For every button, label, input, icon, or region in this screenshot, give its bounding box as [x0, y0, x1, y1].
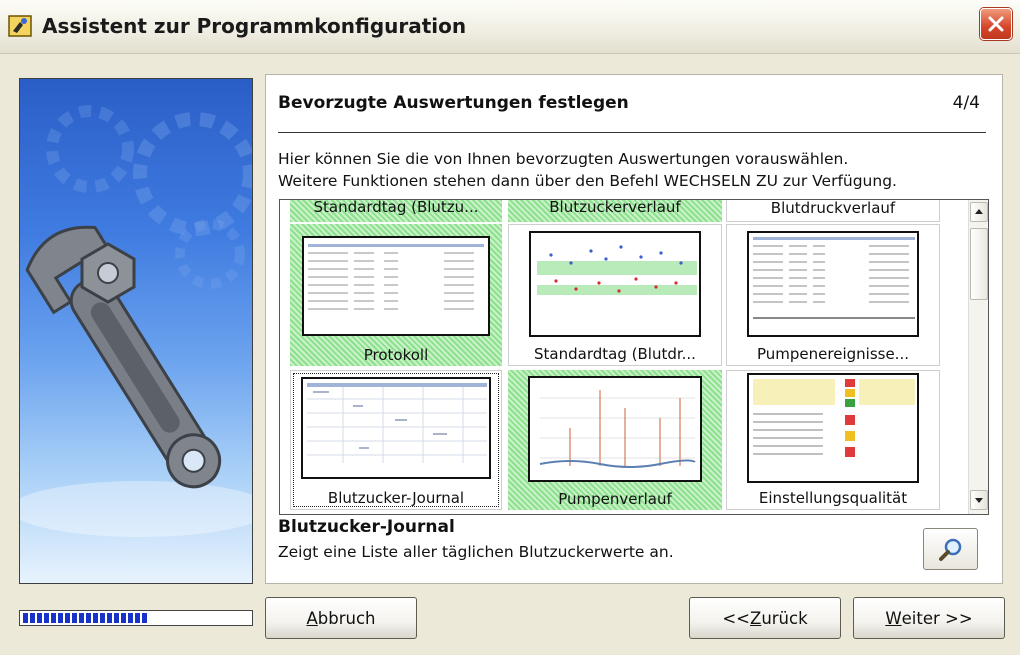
progress-segment: [72, 613, 77, 623]
next-button[interactable]: Weiter >>: [853, 597, 1005, 639]
window-title: Assistent zur Programmkonfiguration: [42, 14, 467, 38]
progress-segment: [79, 613, 84, 623]
scroll-thumb[interactable]: [970, 228, 988, 300]
progress-segment: [107, 613, 112, 623]
cancel-mnemonic: A: [306, 608, 318, 628]
thumbnail-einstellungsqualitaet: [747, 373, 919, 483]
progress-segment: [65, 613, 70, 623]
wizard-icon: [8, 13, 34, 39]
gallery-tile-pumpenereignisse[interactable]: Pumpenereignisse...: [726, 224, 940, 366]
tile-label: Protokoll: [363, 346, 429, 364]
gallery-tile-protokoll[interactable]: Protokoll: [290, 224, 502, 366]
step-indicator: 4/4: [952, 93, 980, 113]
selected-report-description: Zeigt eine Liste aller täglichen Blutzuc…: [278, 543, 674, 561]
close-button[interactable]: [980, 8, 1012, 40]
progress-segment: [114, 613, 119, 623]
back-mnemonic: Z: [750, 608, 762, 628]
next-label-suffix: eiter >>: [901, 608, 973, 628]
tile-label: Einstellungsqualität: [758, 489, 908, 507]
page-title: Bevorzugte Auswertungen festlegen: [278, 93, 629, 113]
close-icon: [988, 16, 1004, 32]
tile-label: Pumpenereignisse...: [757, 345, 909, 363]
progress-segment: [44, 613, 49, 623]
preview-button[interactable]: [923, 528, 978, 570]
gallery-tile-pumpenverlauf[interactable]: Pumpenverlauf: [508, 370, 722, 510]
scroll-down-button[interactable]: [970, 490, 988, 510]
thumbnail-standardtag-blutdruck: [529, 231, 701, 337]
selected-report-title: Blutzucker-Journal: [278, 517, 455, 537]
arrow-down-icon: [975, 498, 983, 503]
thumbnail-protokoll: [302, 236, 490, 336]
description-line-2: Weitere Funktionen stehen dann über den …: [278, 172, 897, 190]
gallery-tile-blutzuckerverlauf[interactable]: Blutzuckerverlauf: [508, 199, 722, 222]
back-label-prefix: <<: [722, 608, 750, 628]
gallery-tile-blutdruckverlauf[interactable]: Blutdruckverlauf: [726, 199, 940, 222]
report-gallery[interactable]: Standardtag (Blutzu... Blutzuckerverlauf…: [279, 199, 989, 515]
progress-segment: [86, 613, 91, 623]
wizard-side-image: [19, 78, 253, 584]
progress-segment: [23, 613, 28, 623]
cancel-button[interactable]: Abbruch: [265, 597, 417, 639]
progress-segment: [51, 613, 56, 623]
wrench-icon: [20, 105, 252, 537]
gallery-scrollbar[interactable]: [968, 200, 988, 514]
tile-label: Standardtag (Blutdr...: [534, 345, 696, 363]
progress-segment: [121, 613, 126, 623]
tile-label: Blutzucker-Journal: [327, 489, 465, 507]
next-mnemonic: W: [885, 608, 902, 628]
progress-segment: [135, 613, 140, 623]
tile-label: Standardtag (Blutzu...: [313, 199, 479, 216]
tile-label: Pumpenverlauf: [558, 490, 672, 508]
progress-segment: [142, 613, 147, 623]
gallery-tile-standardtag-blutzucker[interactable]: Standardtag (Blutzu...: [290, 199, 502, 222]
content-panel: Bevorzugte Auswertungen festlegen 4/4 Hi…: [265, 74, 1003, 584]
progress-segment: [58, 613, 63, 623]
progress-segment: [30, 613, 35, 623]
cancel-label-suffix: bbruch: [317, 608, 376, 628]
scroll-up-button[interactable]: [970, 202, 988, 222]
arrow-up-icon: [975, 209, 983, 214]
back-button[interactable]: << Zurück: [689, 597, 841, 639]
header-divider: [278, 132, 986, 133]
tile-label: Blutzuckerverlauf: [549, 199, 681, 216]
description-line-1: Hier können Sie die von Ihnen bevorzugte…: [278, 150, 849, 168]
progress-segment: [100, 613, 105, 623]
thumbnail-pumpenverlauf: [528, 376, 702, 482]
back-label-suffix: urück: [761, 608, 808, 628]
title-bar: Assistent zur Programmkonfiguration: [0, 0, 1020, 54]
gallery-tile-einstellungsqualitaet[interactable]: Einstellungsqualität: [726, 370, 940, 510]
progress-segment: [37, 613, 42, 623]
thumbnail-pumpenereignisse: [747, 231, 919, 337]
magnifier-icon: [939, 538, 962, 561]
progress-segment: [93, 613, 98, 623]
tile-label: Blutdruckverlauf: [770, 199, 896, 217]
gallery-tile-standardtag-blutdruck[interactable]: Standardtag (Blutdr...: [508, 224, 722, 366]
wizard-progress-bar: [19, 610, 253, 626]
progress-segment: [128, 613, 133, 623]
gallery-tile-blutzucker-journal[interactable]: Blutzucker-Journal: [290, 370, 502, 510]
thumbnail-blutzucker-journal: [301, 377, 491, 479]
